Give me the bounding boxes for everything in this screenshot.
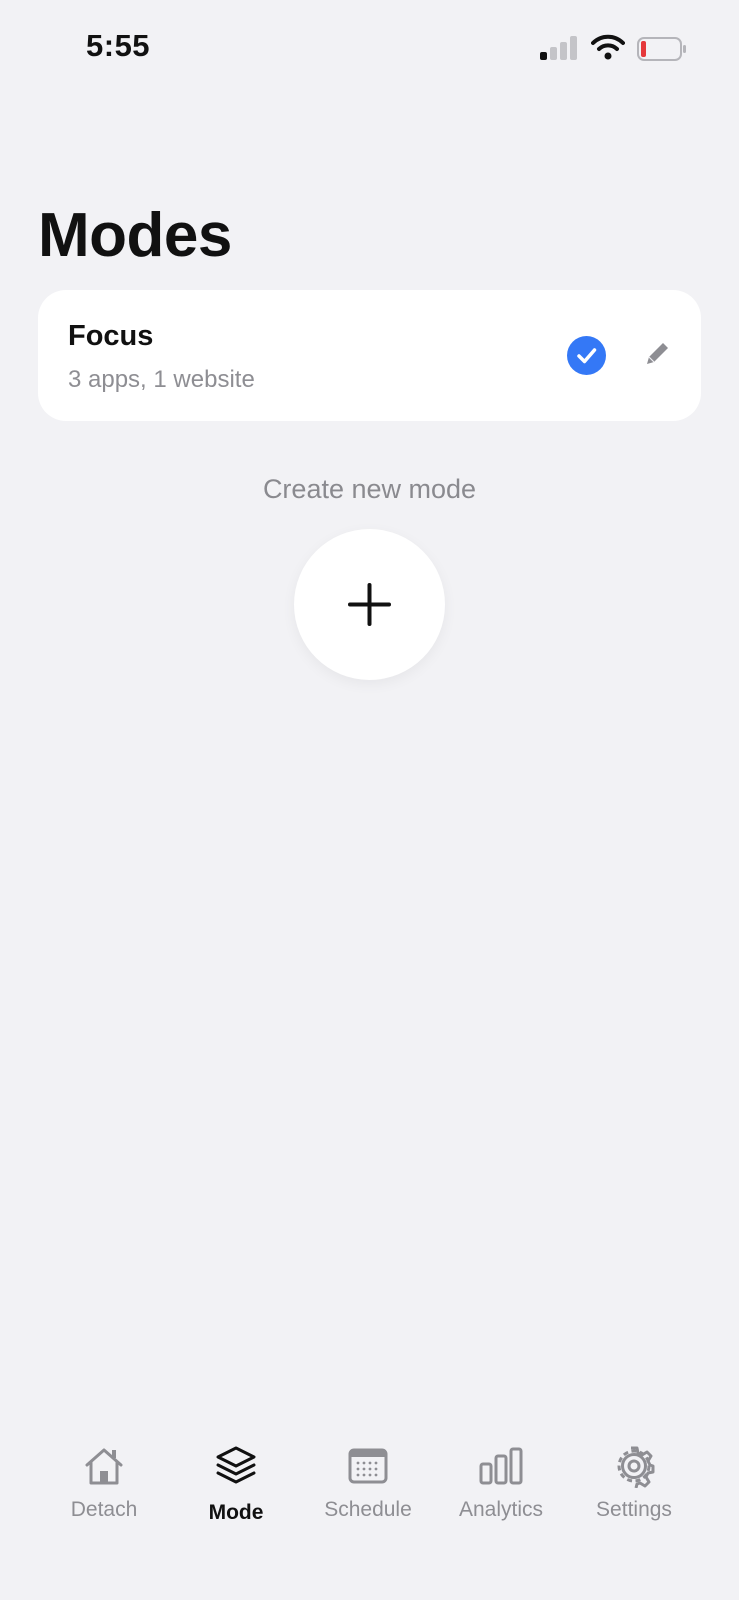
mode-name: Focus [68,320,154,352]
gear-icon [612,1444,656,1489]
battery-icon [637,37,687,61]
layers-icon [214,1444,258,1488]
tab-label-settings: Settings [596,1498,672,1521]
tab-settings[interactable]: Settings [569,1430,699,1550]
pencil-icon[interactable] [641,338,673,370]
tab-bar: Detach Mode Schedule Analytics Settings [0,1430,739,1550]
bar-chart-icon [479,1444,523,1488]
cellular-signal-icon [540,36,578,60]
wifi-icon [591,34,625,60]
plus-icon [348,583,391,626]
tab-label-analytics: Analytics [458,1498,544,1521]
mode-summary: 3 apps, 1 website [68,366,255,393]
home-icon [82,1444,126,1488]
status-time: 5:55 [86,28,151,63]
checkmark-icon[interactable] [567,336,606,375]
tab-analytics[interactable]: Analytics [436,1430,566,1550]
tab-schedule[interactable]: Schedule [303,1430,433,1550]
add-mode-button[interactable] [294,529,445,680]
calendar-icon [346,1444,390,1488]
tab-label-mode: Mode [208,1501,264,1524]
mode-card-focus[interactable]: Focus 3 apps, 1 website [38,290,701,421]
tab-label-detach: Detach [70,1498,138,1521]
page-title: Modes [38,201,232,270]
tab-label-schedule: Schedule [324,1498,412,1521]
tab-mode[interactable]: Mode [171,1430,301,1550]
status-bar: 5:55 [0,0,739,100]
create-new-mode-label: Create new mode [262,474,477,504]
tab-detach[interactable]: Detach [39,1430,169,1550]
